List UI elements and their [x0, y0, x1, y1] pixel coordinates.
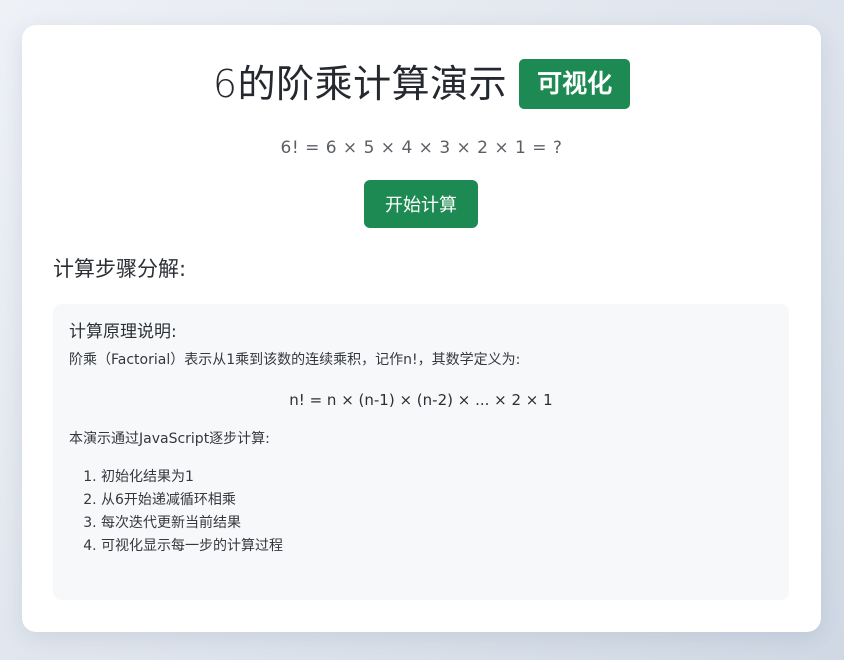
factorial-formula: 6! = 6 × 5 × 4 × 3 × 2 × 1 = ? [280, 138, 563, 158]
main-card: 6的阶乘计算演示 可视化 6! = 6 × 5 × 4 × 3 × 2 × 1 … [22, 25, 821, 632]
explanation-panel: 计算原理说明: 阶乘（Factorial）表示从1乘到该数的连续乘积，记作n!，… [53, 304, 789, 600]
header: 6的阶乘计算演示 可视化 [22, 59, 821, 109]
list-item: 初始化结果为1 [101, 466, 773, 489]
explanation-heading: 计算原理说明: [69, 322, 177, 342]
list-item: 从6开始递减循环相乘 [101, 489, 773, 512]
explanation-formula: n! = n × (n-1) × (n-2) × ... × 2 × 1 [289, 391, 553, 409]
page-title: 6的阶乘计算演示 [212, 62, 508, 106]
start-calculation-button[interactable]: 开始计算 [364, 180, 478, 228]
explanation-definition: 阶乘（Factorial）表示从1乘到该数的连续乘积，记作n!，其数学定义为: [69, 352, 521, 368]
list-item: 可视化显示每一步的计算过程 [101, 535, 773, 558]
visualization-badge: 可视化 [519, 59, 631, 109]
list-item: 每次迭代更新当前结果 [101, 512, 773, 535]
explanation-method: 本演示通过JavaScript逐步计算: [69, 431, 270, 447]
method-steps-list: 初始化结果为1 从6开始递减循环相乘 每次迭代更新当前结果 可视化显示每一步的计… [69, 466, 773, 558]
steps-section-title: 计算步骤分解: [53, 257, 187, 281]
